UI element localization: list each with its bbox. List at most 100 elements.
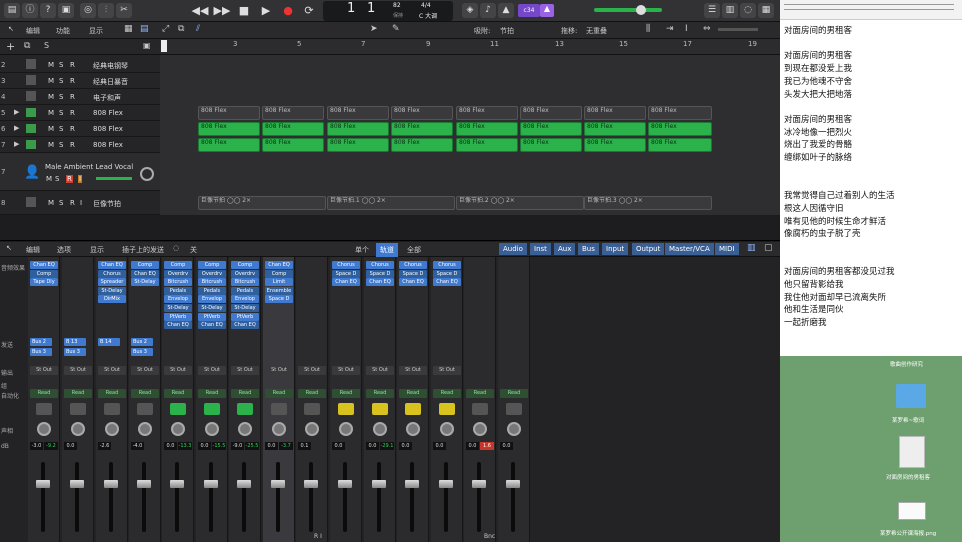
fader-handle[interactable] [204, 480, 218, 488]
plugin-slot[interactable]: Space D [366, 269, 394, 278]
plugin-slot[interactable]: Chan EQ [198, 321, 226, 330]
region[interactable]: 808 Flex [198, 122, 260, 136]
pointer-tool-icon[interactable]: ➤ [370, 24, 378, 34]
plugin-slot[interactable]: Chan EQ [231, 321, 259, 330]
mute-button[interactable]: M [46, 175, 52, 183]
automation-mode[interactable]: Read [399, 389, 427, 398]
volume-fader[interactable] [237, 462, 251, 532]
fader-handle[interactable] [338, 480, 352, 488]
plugin-slot[interactable]: Bitcrush [198, 278, 226, 287]
automation-mode[interactable]: Read [98, 389, 126, 398]
region[interactable]: 808 Flex [520, 106, 582, 120]
output-slot[interactable]: St Out [265, 366, 293, 375]
instrument-icon[interactable] [204, 403, 220, 415]
instrument-icon[interactable] [104, 403, 120, 415]
back-icon[interactable]: ↖ [8, 25, 14, 33]
drummer-region[interactable]: 巨像节拍.1 ◯◯ 2× [327, 196, 455, 210]
cycle-button[interactable]: ⟳ [299, 2, 319, 19]
folder-icon[interactable] [896, 384, 926, 408]
region[interactable]: 808 Flex [391, 106, 453, 120]
volume-fader[interactable] [104, 462, 118, 532]
mute-button[interactable]: M [48, 93, 54, 101]
mute-button[interactable]: M [48, 199, 54, 207]
automation-mode[interactable]: Read [30, 389, 58, 398]
single-view-button[interactable]: 单个 [355, 245, 369, 255]
plugin-slot[interactable]: St-Delay [131, 278, 159, 287]
forward-button[interactable]: ▶▶ [212, 2, 232, 19]
plugin-slot[interactable]: Chan EQ [30, 261, 58, 269]
pan-knob[interactable] [440, 422, 454, 436]
plugin-slot[interactable]: Envelop [164, 295, 192, 304]
automation-mode[interactable]: Read [231, 389, 259, 398]
automation-mode[interactable]: Read [500, 389, 528, 398]
pan-knob[interactable] [105, 422, 119, 436]
mute-button[interactable]: M [48, 141, 54, 149]
pan-knob[interactable] [171, 422, 185, 436]
filter-audio[interactable]: Audio [499, 243, 527, 255]
folder-label[interactable]: 某罗希~歌词 [892, 416, 924, 424]
volume-fader[interactable] [304, 462, 318, 532]
plugin-slot[interactable]: Space D [399, 269, 427, 278]
all-view-button[interactable]: 全部 [407, 245, 421, 255]
automation-mode[interactable]: Read [265, 389, 293, 398]
output-slot[interactable]: St Out [399, 366, 427, 375]
fader-handle[interactable] [237, 480, 251, 488]
region[interactable]: 808 Flex [262, 138, 324, 152]
back-icon[interactable]: ↖ [6, 244, 12, 252]
image-icon[interactable] [898, 502, 926, 520]
document-icon[interactable] [899, 436, 925, 468]
channel-strip[interactable]: Chorus Space D Chan EQ St Out Read 0.0 -29.1 [364, 257, 396, 542]
plugin-slot[interactable]: Chorus [98, 269, 126, 278]
region[interactable]: 808 Flex [648, 106, 712, 120]
drummer-region[interactable]: 巨像节拍.3 ◯◯ 2× [584, 196, 712, 210]
volume-fader[interactable] [137, 462, 151, 532]
plugin-slot[interactable]: Pedals [164, 286, 192, 295]
solo-button[interactable]: S [59, 61, 63, 69]
filter-master-vca[interactable]: Master/VCA [665, 243, 714, 255]
region[interactable]: 808 Flex [584, 122, 646, 136]
track-header[interactable]: 5 ▶ M S R 808 Flex [0, 105, 160, 121]
sends-icon[interactable]: ◌ [173, 244, 179, 252]
text-tool-icon[interactable]: I [685, 24, 688, 34]
volume-fader[interactable] [506, 462, 520, 532]
plugin-slot[interactable]: St-Delay [164, 304, 192, 312]
count-in-button[interactable]: c34 [518, 4, 540, 17]
plugin-slot[interactable]: Envelop [231, 295, 259, 304]
narrow-channels-icon[interactable]: ▢ [764, 243, 773, 253]
fader-handle[interactable] [372, 480, 386, 488]
track-header[interactable]: 7 ▶ M S R 808 Flex [0, 137, 160, 153]
waveform-zoom-icon[interactable]: ⫼ [646, 24, 650, 34]
mixer-icon[interactable]: ⫶ [98, 3, 114, 18]
region[interactable]: 808 Flex [262, 106, 324, 120]
channel-strip[interactable]: Comp Overdrv Bitcrush Pedals Envelop St-Delay… [162, 257, 194, 542]
fader-handle[interactable] [271, 480, 285, 488]
track-list-icon[interactable]: ▣ [143, 41, 151, 50]
fader-handle[interactable] [439, 480, 453, 488]
plugin-slot[interactable]: Pedals [198, 286, 226, 295]
volume-fader[interactable] [439, 462, 453, 532]
drummer-region[interactable]: 巨像节拍.2 ◯◯ 2× [456, 196, 584, 210]
output-slot[interactable]: St Out [30, 366, 58, 375]
pan-knob[interactable] [238, 422, 252, 436]
expand-icon[interactable]: ⤢ [162, 24, 169, 34]
solo-button[interactable]: S [59, 109, 63, 117]
timeline-ruler[interactable]: 3 5 7 9 11 13 15 17 19 [160, 39, 780, 55]
notepad-icon[interactable]: ▥ [722, 3, 738, 18]
send-slot[interactable]: Bus 2 [131, 338, 153, 346]
region[interactable]: 808 Flex [456, 122, 518, 136]
filter-input[interactable]: Input [602, 243, 629, 255]
instrument-icon[interactable] [472, 403, 488, 415]
pan-knob[interactable] [140, 167, 154, 181]
fader-handle[interactable] [472, 480, 486, 488]
pan-knob[interactable] [339, 422, 353, 436]
list-icon[interactable]: ▤ [140, 24, 149, 34]
metronome-toggle[interactable]: ▲ [540, 4, 554, 17]
list-editors-icon[interactable]: ☰ [704, 3, 720, 18]
plugin-slot[interactable]: St-Delay [98, 286, 126, 295]
plugin-slot[interactable]: Chan EQ [366, 278, 394, 287]
channel-strip[interactable]: Read 0.0 [498, 257, 530, 542]
image-label[interactable]: 某罗希公开课海报.png [880, 529, 936, 537]
volume-fader[interactable] [405, 462, 419, 532]
toolbar-icon[interactable]: ▣ [58, 3, 74, 18]
mixer-view-menu[interactable]: 显示 [90, 245, 104, 255]
